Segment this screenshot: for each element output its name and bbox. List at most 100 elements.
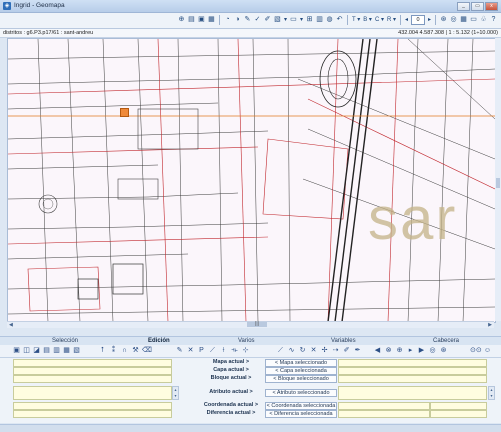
zoom-extent-icon[interactable]: ⊛ (439, 15, 448, 25)
undo-icon[interactable]: ↶ (335, 15, 344, 25)
cross-icon[interactable]: ✕ (309, 346, 318, 356)
counter-increment-icon[interactable]: ▸ (427, 15, 432, 25)
var-next-icon[interactable]: ▶ (417, 346, 426, 356)
coordenada-seleccionada-button[interactable]: < Coordenada seleccionada (265, 402, 337, 410)
edit-delete-icon[interactable]: ✕ (186, 346, 195, 356)
screen-icon[interactable]: ▣ (197, 15, 206, 25)
select-lasso-icon[interactable]: ◫ (22, 346, 31, 356)
counter-input[interactable]: 0 (410, 15, 425, 25)
eraser-icon[interactable]: ⌫ (142, 346, 152, 356)
select-box-icon[interactable]: ▣ (12, 346, 21, 356)
pencil-icon[interactable]: ✎ (243, 15, 252, 25)
pick-tool-icon[interactable]: ⁑ (109, 346, 118, 356)
var-locate-icon[interactable]: ◎ (428, 346, 437, 356)
layers-icon[interactable]: ▧ (273, 15, 282, 25)
magnet-icon[interactable]: ∩ (120, 346, 129, 356)
counter-decrement-icon[interactable]: ◂ (404, 15, 409, 25)
draw-curve-icon[interactable]: ∿ (287, 346, 296, 356)
arrow-icon[interactable]: ⇢ (331, 346, 340, 356)
r-dropdown[interactable]: R ▾ (386, 15, 397, 25)
tab-seleccion[interactable]: Selección (52, 337, 78, 345)
text-dropdown[interactable]: T ▾ (351, 15, 361, 25)
hammer-icon[interactable]: ⚒ (131, 346, 140, 356)
display-icon[interactable]: ◔ (223, 15, 232, 25)
map-vscroll-thumb[interactable] (496, 178, 500, 188)
rect-select-icon[interactable]: ▭ (289, 15, 298, 25)
edit-split-icon[interactable]: ⟛ (230, 346, 239, 356)
tab-varios[interactable]: Varios (238, 337, 255, 345)
binoculars-icon[interactable]: ⊙⊙ (470, 346, 482, 356)
window-controls: _ ▭ x (457, 2, 498, 11)
props-icon[interactable]: ▦ (459, 15, 468, 25)
edit-node-icon[interactable]: ⊹ (241, 346, 250, 356)
selected-feature-marker[interactable] (120, 108, 129, 117)
target-icon[interactable]: ◎ (449, 15, 458, 25)
close-button[interactable]: x (485, 2, 498, 11)
save-icon[interactable]: ▦ (207, 15, 216, 25)
edit-point-icon[interactable]: P (197, 346, 206, 356)
var-step-icon[interactable]: ▸ (406, 346, 415, 356)
zoom-in-icon[interactable]: ⊕ (177, 15, 186, 25)
b-dropdown[interactable]: B ▾ (362, 15, 373, 25)
tree-icon[interactable]: ♧ (479, 15, 488, 25)
grid-icon[interactable]: ⊞ (305, 15, 314, 25)
map-hscroll-thumb[interactable]: ||| (247, 322, 267, 327)
rotate-icon[interactable]: ↻ (298, 346, 307, 356)
map-canvas[interactable]: sar (7, 38, 496, 323)
diferencia-current-value (13, 410, 172, 418)
rect-select-dropdown-arrow[interactable]: ▾ (299, 15, 304, 25)
app-icon: ◈ (3, 2, 11, 10)
atributo-selected-value (338, 386, 487, 400)
pencil-brush-icon[interactable]: ✐ (263, 15, 272, 25)
maximize-button[interactable]: ▭ (471, 2, 484, 11)
map-drawing[interactable] (8, 39, 495, 322)
atributo-seleccionado-button[interactable]: < Atributo seleccionado (265, 389, 337, 397)
mapa-seleccionado-button[interactable]: < Mapa seleccionado (265, 359, 337, 367)
select-circle-icon[interactable]: ◪ (32, 346, 41, 356)
capa-seleccionada-button[interactable]: < Capa seleccionada (265, 367, 337, 375)
edit-line-icon[interactable]: ⟋ (208, 346, 217, 356)
paint-icon[interactable]: ✐ (342, 346, 351, 356)
tab-variables[interactable]: Variables (331, 337, 356, 345)
draw-line-icon[interactable]: ⟋ (276, 346, 285, 356)
brush-icon[interactable]: ✒ (353, 346, 362, 356)
select-sql-icon[interactable]: ▦ (62, 346, 71, 356)
palette-icon[interactable]: ◍ (325, 15, 334, 25)
c-dropdown[interactable]: C ▾ (374, 15, 385, 25)
atributo-right-scroll[interactable]: ▴ ▾ (488, 386, 495, 400)
layers-dropdown-arrow[interactable]: ▾ (283, 15, 288, 25)
contrast-icon[interactable]: ◑ (233, 15, 242, 25)
atributo-current-value (13, 386, 172, 400)
map-horizontal-scrollbar[interactable]: ◀ ||| ▶ (7, 321, 494, 328)
var-add-icon[interactable]: ⊕ (395, 346, 404, 356)
var-merge-icon[interactable]: ⊗ (384, 346, 393, 356)
print-icon[interactable]: ▤ (187, 15, 196, 25)
minimize-button[interactable]: _ (457, 2, 470, 11)
select-buffer-icon[interactable]: ▧ (72, 346, 81, 356)
users-icon[interactable]: ☺ (482, 346, 493, 356)
toolbar-separator (218, 15, 220, 25)
scroll-right-icon[interactable]: ▶ (488, 322, 492, 328)
var-target-icon[interactable]: ⊛ (439, 346, 448, 356)
edit-join-icon[interactable]: ⟊ (219, 346, 228, 356)
map-vertical-scrollbar[interactable] (495, 38, 501, 321)
select-layer-icon[interactable]: ▤ (42, 346, 51, 356)
toolbar-separator (347, 15, 348, 25)
bloque-seleccionado-button[interactable]: < Bloque seleccionado (265, 375, 337, 383)
table-icon[interactable]: ▥ (315, 15, 324, 25)
help-icon[interactable]: ? (489, 15, 498, 25)
tab-edicion[interactable]: Edición (148, 337, 170, 345)
toolbar-buttons: ⊕ ▤ ▣ ▦ ◔ ◑ ✎ ✓ ✐ ▧ ▾ ▭ ▾ ⊞ ▥ ◍ ↶ T ▾ B ▾ C ▾ R ▾ ◂ 0 ▸ ⊛ ◎ ▦ ▭ ♧? (177, 15, 498, 25)
title-bar: ◈ Ingrid - Geomapa _ ▭ x (0, 0, 501, 13)
var-play-icon[interactable]: ◀ (373, 346, 382, 356)
point-tool-icon[interactable]: ⭡ (98, 346, 107, 356)
atributo-left-scroll[interactable]: ▴ ▾ (172, 386, 179, 400)
window-icon[interactable]: ▭ (469, 15, 478, 25)
pencil-check-icon[interactable]: ✓ (253, 15, 262, 25)
select-attr-icon[interactable]: ▥ (52, 346, 61, 356)
diferencia-seleccionada-button[interactable]: < Diferencia seleccionada (265, 410, 337, 418)
tab-cabecera[interactable]: Cabecera (433, 337, 459, 345)
move-icon[interactable]: ✢ (320, 346, 329, 356)
scroll-left-icon[interactable]: ◀ (9, 322, 13, 328)
edit-pencil-icon[interactable]: ✎ (175, 346, 184, 356)
